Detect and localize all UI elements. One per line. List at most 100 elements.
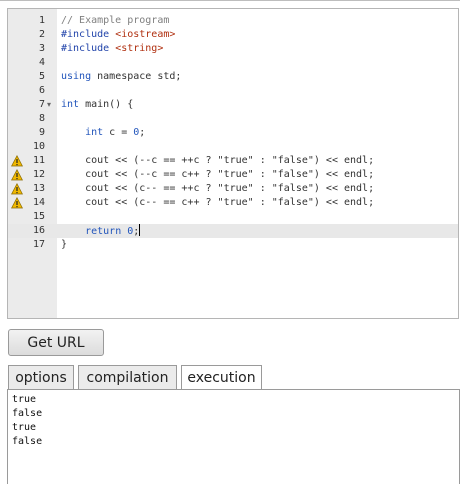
code-token: ) << endl; <box>313 197 375 208</box>
top-divider <box>0 0 460 1</box>
code-token: "true" <box>217 183 254 194</box>
code-text[interactable]: #include <iostream> <box>61 28 458 42</box>
code-line[interactable]: 15 <box>8 210 458 224</box>
code-text[interactable]: cout << (--c == ++c ? "true" : "false") … <box>61 154 458 168</box>
line-number: 3 <box>38 43 45 54</box>
code-line[interactable]: 9 int c = 0; <box>8 126 458 140</box>
warning-icon[interactable] <box>11 169 23 181</box>
code-line[interactable]: 1 // Example program <box>8 14 458 28</box>
gutter-cell: 15 <box>8 210 57 224</box>
code-token: ) << endl; <box>313 183 375 194</box>
get-url-button[interactable]: Get URL <box>8 329 104 356</box>
gutter-cell: 12 <box>8 168 57 182</box>
warning-icon[interactable] <box>11 155 23 167</box>
warning-icon[interactable] <box>11 197 23 209</box>
gutter-cell: 13 <box>8 182 57 196</box>
code-text[interactable]: cout << (c-- == c++ ? "true" : "false") … <box>61 196 458 210</box>
code-token: "false" <box>271 197 314 208</box>
code-line[interactable]: 10 <box>8 140 458 154</box>
gutter-cell: 9 <box>8 126 57 140</box>
code-line[interactable]: 8 <box>8 112 458 126</box>
gutter-cell: 16 <box>8 224 57 238</box>
line-number: 7 <box>38 99 45 110</box>
line-number: 10 <box>32 141 45 152</box>
code-text[interactable]: // Example program <box>61 14 458 28</box>
code-line[interactable]: 13 cout << (c-- == ++c ? "true" : "false… <box>8 182 458 196</box>
gutter-cell: 2 <box>8 28 57 42</box>
warning-icon[interactable] <box>11 183 23 195</box>
tab-execution[interactable]: execution <box>181 365 262 391</box>
tab-compilation[interactable]: compilation <box>78 365 177 390</box>
code-token: "true" <box>217 197 254 208</box>
line-number: 6 <box>38 85 45 96</box>
code-text[interactable]: int c = 0; <box>61 126 458 140</box>
output-line: true <box>12 394 37 405</box>
text-cursor <box>139 224 141 236</box>
line-number: 8 <box>38 113 45 124</box>
code-token: c = <box>103 127 134 138</box>
fold-toggle-icon[interactable]: ▾ <box>47 98 51 112</box>
code-line[interactable]: 3 #include <string> <box>8 42 458 56</box>
execution-output[interactable]: true false true false <box>7 389 460 484</box>
code-token: "true" <box>217 169 254 180</box>
line-number: 9 <box>38 127 45 138</box>
code-token: return <box>85 226 122 237</box>
code-text[interactable]: using namespace std; <box>61 70 458 84</box>
line-number: 4 <box>38 57 45 68</box>
code-text[interactable]: #include <string> <box>61 42 458 56</box>
output-line: false <box>12 408 43 419</box>
code-token: cout << (--c == c++ ? <box>61 169 218 180</box>
code-token: } <box>61 239 68 250</box>
code-token: cout << (c-- == ++c ? <box>61 183 218 194</box>
gutter-cell: 1 <box>8 14 57 28</box>
code-line[interactable]: 12 cout << (--c == c++ ? "true" : "false… <box>8 168 458 182</box>
output-line: true <box>12 422 37 433</box>
code-line[interactable]: 6 <box>8 84 458 98</box>
code-editor[interactable]: 1// Example program 2 #include <iostream> 3… <box>7 8 459 319</box>
tab-options[interactable]: options <box>8 365 74 390</box>
code-token: using <box>61 71 92 82</box>
gutter-cell: 11 <box>8 154 57 168</box>
output-line: false <box>12 436 43 447</box>
gutter-cell: 5 <box>8 70 57 84</box>
code-token: : <box>253 197 272 208</box>
code-line[interactable]: 14 cout << (c-- == c++ ? "true" : "false… <box>8 196 458 210</box>
line-number: 16 <box>32 225 45 236</box>
code-line[interactable]: 2 #include <iostream> <box>8 28 458 42</box>
code-token: namespace std; <box>91 71 182 82</box>
gutter-cell: 4 <box>8 56 57 70</box>
code-text[interactable]: cout << (--c == c++ ? "true" : "false") … <box>61 168 458 182</box>
code-line[interactable]: 17} <box>8 238 458 252</box>
code-token: ) << endl; <box>313 155 375 166</box>
line-number: 5 <box>38 71 45 82</box>
code-line[interactable]: 11 cout << (--c == ++c ? "true" : "false… <box>8 154 458 168</box>
code-token: int <box>85 127 104 138</box>
line-number: 11 <box>32 155 45 166</box>
code-text[interactable]: cout << (c-- == ++c ? "true" : "false") … <box>61 182 458 196</box>
code-token: #include <box>61 43 116 54</box>
gutter-cell: 14 <box>8 196 57 210</box>
code-token: ) << endl; <box>313 169 375 180</box>
code-line[interactable]: 4 <box>8 56 458 70</box>
line-number: 1 <box>38 15 45 26</box>
code-text[interactable]: int main() { <box>61 98 458 112</box>
line-number: 12 <box>32 169 45 180</box>
gutter-cell: 8 <box>8 112 57 126</box>
code-token: <iostream> <box>115 29 176 40</box>
gutter-cell: 10 <box>8 140 57 154</box>
line-number: 17 <box>32 239 45 250</box>
code-token: "false" <box>271 169 314 180</box>
code-token: "false" <box>271 183 314 194</box>
code-token: // Example program <box>61 15 170 26</box>
code-token: "false" <box>271 155 314 166</box>
code-line[interactable]: 5 using namespace std; <box>8 70 458 84</box>
code-token: ; <box>139 127 146 138</box>
code-text[interactable]: return 0; <box>61 224 458 239</box>
code-line[interactable]: 7 ▾ int main() { <box>8 98 458 112</box>
code-text[interactable]: } <box>61 238 458 252</box>
code-token: cout << (c-- == c++ ? <box>61 197 218 208</box>
code-line[interactable]: 16 return 0; <box>8 224 458 238</box>
line-number: 15 <box>32 211 45 222</box>
